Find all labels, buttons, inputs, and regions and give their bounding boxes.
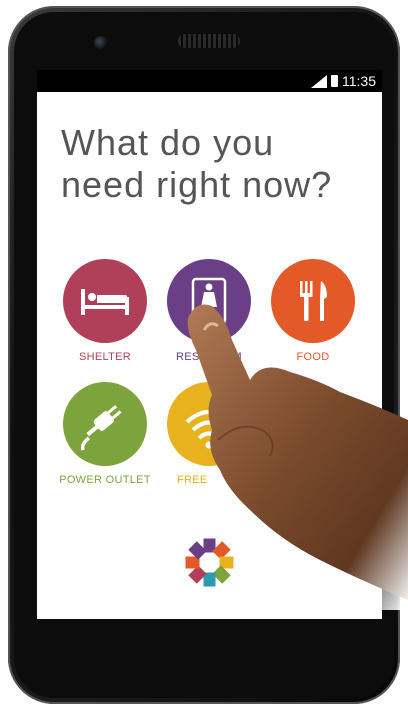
front-camera bbox=[94, 36, 108, 50]
status-time: 11:35 bbox=[342, 73, 376, 89]
free-wifi-circle[interactable] bbox=[167, 382, 251, 466]
option-free-wifi[interactable]: FREE bbox=[159, 382, 259, 486]
restroom-circle[interactable] bbox=[167, 259, 251, 343]
option-label: FOOD bbox=[296, 351, 330, 363]
option-label: FREE bbox=[177, 474, 208, 486]
bed-icon bbox=[81, 289, 129, 315]
status-bar: 11:35 bbox=[37, 70, 382, 92]
shelter-circle[interactable] bbox=[63, 259, 147, 343]
battery-icon bbox=[331, 75, 338, 87]
signal-icon bbox=[311, 74, 327, 88]
option-label: SHELTER bbox=[78, 351, 132, 363]
earpiece-speaker bbox=[178, 34, 240, 48]
restroom-icon bbox=[191, 277, 227, 325]
wifi-icon bbox=[185, 410, 233, 449]
flower-logo bbox=[185, 538, 234, 587]
option-restroom[interactable]: RESTROOM bbox=[159, 259, 259, 363]
plug-icon bbox=[80, 405, 122, 451]
food-circle[interactable] bbox=[271, 259, 355, 343]
title-line-2: need right now? bbox=[61, 164, 333, 205]
option-power-outlet[interactable]: POWER OUTLET bbox=[55, 382, 155, 486]
utensils-icon bbox=[300, 281, 327, 321]
app-screen: What do you need right now? SHELTER REST… bbox=[37, 92, 382, 619]
option-food[interactable]: FOOD bbox=[263, 259, 363, 363]
option-label: RESTROOM bbox=[176, 351, 242, 363]
option-label: POWER OUTLET bbox=[59, 474, 151, 486]
power-outlet-circle[interactable] bbox=[63, 382, 147, 466]
page-title: What do you need right now? bbox=[61, 122, 332, 206]
option-shelter[interactable]: SHELTER bbox=[55, 259, 155, 363]
title-line-1: What do you bbox=[61, 122, 275, 163]
